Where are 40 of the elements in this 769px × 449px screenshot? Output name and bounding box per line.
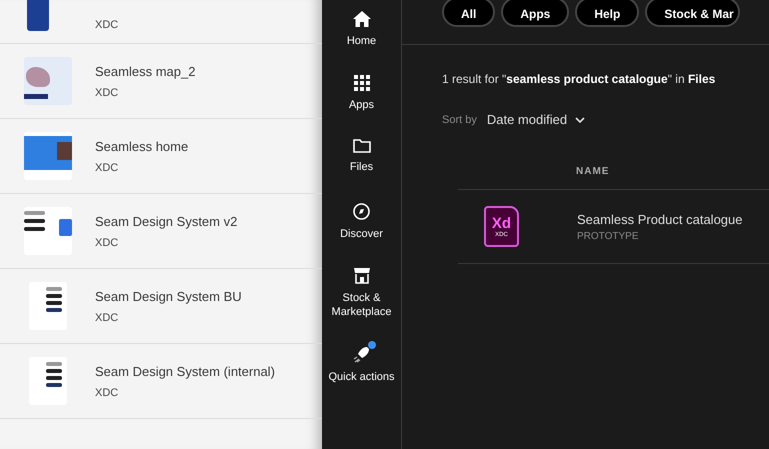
- filter-chip[interactable]: Apps: [501, 0, 570, 27]
- rocket-icon: [352, 345, 370, 363]
- folder-icon: [352, 139, 370, 153]
- file-name[interactable]: Seamless home: [95, 138, 188, 154]
- home-icon: [352, 11, 370, 27]
- file-type: XDC: [95, 236, 120, 248]
- nav-item[interactable]: Apps: [324, 75, 400, 139]
- nav-item[interactable]: Quick actions: [324, 345, 400, 409]
- apps-grid-icon: [354, 75, 370, 91]
- chevron-down-icon: [575, 116, 586, 122]
- file-thumbnail: [28, 282, 66, 330]
- file-name[interactable]: Seam Design System (internal): [95, 364, 275, 378]
- file-thumbnail: [26, 0, 48, 31]
- result-name[interactable]: Seamless Product catalogue: [577, 212, 742, 226]
- column-header: NAME: [576, 166, 610, 177]
- file-thumbnail: [24, 132, 72, 180]
- storefront-icon: [352, 267, 370, 284]
- filter-chip[interactable]: Help: [575, 0, 640, 27]
- filter-chip[interactable]: All: [442, 0, 496, 27]
- filter-chip[interactable]: Stock & Mar: [645, 0, 740, 27]
- result-type: PROTOTYPE: [577, 230, 640, 242]
- file-name[interactable]: Seam Design System v2: [95, 214, 238, 228]
- file-name[interactable]: Seam Design System BU: [95, 288, 242, 304]
- results-summary: 1 result for "seamless product catalogue" in Files: [442, 72, 716, 86]
- file-thumbnail: [24, 207, 72, 255]
- nav-item[interactable]: Stock & Marketplace: [324, 267, 400, 345]
- file-thumbnail: [28, 357, 66, 405]
- nav-item[interactable]: Files: [324, 139, 400, 203]
- file-type: XDC: [95, 312, 120, 324]
- file-name[interactable]: Seamless map_2: [95, 64, 196, 78]
- compass-icon: [353, 203, 370, 220]
- file-thumbnail: [24, 57, 72, 105]
- file-type: XDC: [95, 19, 118, 31]
- file-type: XDC: [95, 86, 120, 98]
- nav-item[interactable]: Home: [324, 11, 400, 75]
- sort-dropdown[interactable]: Date modified: [486, 112, 586, 127]
- sort-label: Sort by: [442, 114, 477, 126]
- nav-item[interactable]: Discover: [324, 203, 400, 267]
- file-type: XDC: [95, 162, 120, 174]
- file-type: XDC: [95, 386, 120, 398]
